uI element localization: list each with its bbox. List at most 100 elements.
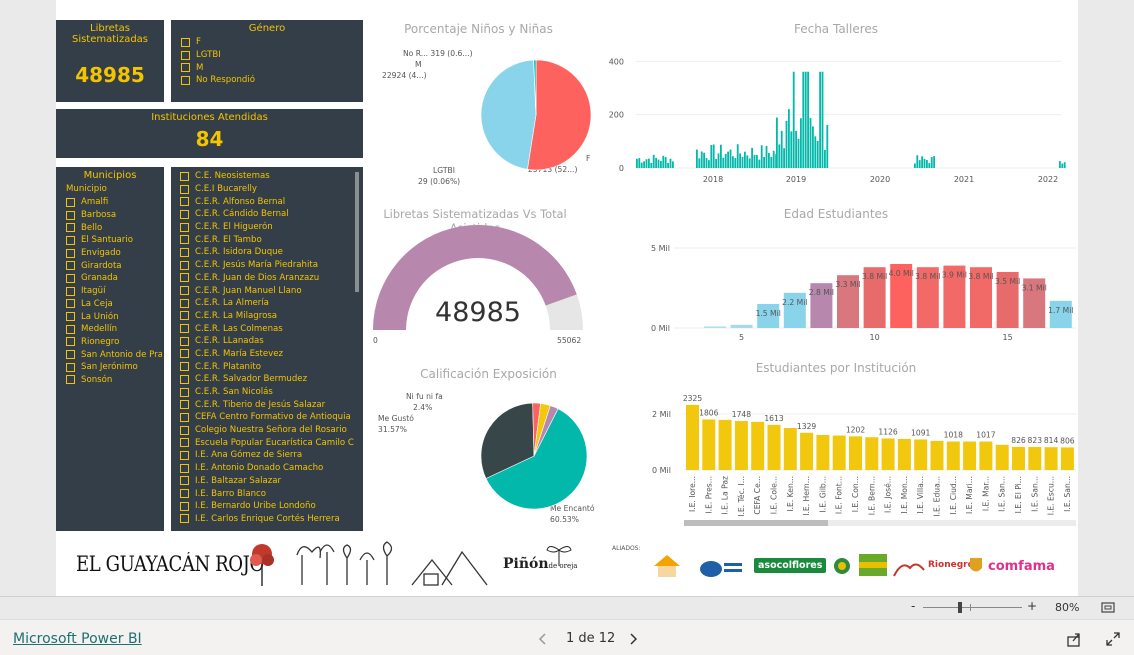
checkbox-icon[interactable] xyxy=(180,374,189,384)
institucion-option[interactable]: C.E.R. Isidora Duque xyxy=(180,246,355,259)
institucion-option[interactable]: C.E.R. Cándido Bernal xyxy=(180,208,355,221)
municipio-option[interactable]: Bello xyxy=(66,221,162,234)
checkbox-icon[interactable] xyxy=(66,210,75,220)
municipio-option[interactable]: Barbosa xyxy=(66,209,162,222)
kpi-libretas-card[interactable]: Libretas Sistematizadas 48985 xyxy=(56,20,164,102)
institucion-option[interactable]: C.E.R. Las Colmenas xyxy=(180,322,355,335)
zoom-slider-track[interactable] xyxy=(923,607,1022,608)
checkbox-icon[interactable] xyxy=(180,387,189,397)
checkbox-icon[interactable] xyxy=(180,222,189,232)
institucion-option[interactable]: I.E. Barro Blanco xyxy=(180,487,355,500)
institucion-option[interactable]: C.E. Neosistemas xyxy=(180,170,355,183)
municipio-option[interactable]: Rionegro xyxy=(66,336,162,349)
checkbox-icon[interactable] xyxy=(180,489,189,499)
zoom-out-button[interactable]: - xyxy=(911,599,915,613)
checkbox-icon[interactable] xyxy=(180,412,189,422)
checkbox-icon[interactable] xyxy=(180,260,189,270)
municipio-option[interactable]: San Antonio de Pra... xyxy=(66,348,162,361)
checkbox-icon[interactable] xyxy=(180,311,189,321)
fecha-talleres-chart[interactable]: 0 200 400 2018 2019 2020 2021 2022 xyxy=(596,40,1066,190)
checkbox-icon[interactable] xyxy=(66,286,75,296)
institucion-option[interactable]: C.E.R. La Almería xyxy=(180,297,355,310)
checkbox-icon[interactable] xyxy=(180,197,189,207)
municipio-option[interactable]: San Jerónimo xyxy=(66,361,162,374)
checkbox-icon[interactable] xyxy=(66,350,75,360)
checkbox-icon[interactable] xyxy=(180,184,189,194)
checkbox-icon[interactable] xyxy=(66,337,75,347)
checkbox-icon[interactable] xyxy=(180,450,189,460)
institucion-option[interactable]: Escuela Popular Eucarística Camilo C Res… xyxy=(180,436,355,449)
municipio-option[interactable]: La Ceja xyxy=(66,298,162,311)
institucion-option[interactable]: I.E. Ana Gómez de Sierra xyxy=(180,449,355,462)
institucion-option[interactable]: C.E.R. San Nicolás xyxy=(180,386,355,399)
por-institucion-chart[interactable]: 0 Mil 2 Mil 2325 I.E. Iore... 1806 I.E. Pres.… xyxy=(596,376,1076,536)
municipio-option[interactable]: Girardota xyxy=(66,259,162,272)
checkbox-icon[interactable] xyxy=(180,273,189,283)
checkbox-icon[interactable] xyxy=(66,273,75,283)
municipio-option[interactable]: Medellín xyxy=(66,323,162,336)
institucion-option[interactable]: C.E.R. LLanadas xyxy=(180,335,355,348)
fit-to-page-icon[interactable] xyxy=(1100,601,1116,615)
edad-chart[interactable]: 0 Mil5 Mil1.5 Mil2.2 Mil2.8 Mil3.3 Mil3.… xyxy=(596,222,1076,352)
institucion-option[interactable]: C.E.I Bucarelly xyxy=(180,183,355,196)
next-page-icon[interactable] xyxy=(628,632,640,646)
municipio-option[interactable]: Amalfi xyxy=(66,196,162,209)
genero-option[interactable]: No Respondió xyxy=(181,74,351,87)
municipio-option[interactable]: La Unión xyxy=(66,310,162,323)
checkbox-icon[interactable] xyxy=(180,400,189,410)
institucion-option[interactable]: C.E.R. Juan de Dios Aranzazu xyxy=(180,272,355,285)
checkbox-icon[interactable] xyxy=(180,501,189,511)
institucion-option[interactable]: C.E.R. Tiberio de Jesús Salazar xyxy=(180,398,355,411)
pie-genero-chart[interactable]: No R... 319 (0.6...) M 22924 (4...) LGTB… xyxy=(370,40,600,190)
municipio-option[interactable]: El Santuario xyxy=(66,234,162,247)
checkbox-icon[interactable] xyxy=(180,171,189,181)
instituciones-scrollbar[interactable] xyxy=(355,172,359,292)
checkbox-icon[interactable] xyxy=(180,425,189,435)
checkbox-icon[interactable] xyxy=(66,299,75,309)
powerbi-link[interactable]: Microsoft Power BI xyxy=(13,631,142,647)
zoom-in-button[interactable]: + xyxy=(1027,599,1037,613)
institucion-option[interactable]: I.E. Baltazar Salazar xyxy=(180,475,355,488)
municipio-option[interactable]: Granada xyxy=(66,272,162,285)
checkbox-icon[interactable] xyxy=(180,298,189,308)
checkbox-icon[interactable] xyxy=(66,261,75,271)
checkbox-icon[interactable] xyxy=(180,235,189,245)
checkbox-icon[interactable] xyxy=(180,349,189,359)
checkbox-icon[interactable] xyxy=(66,223,75,233)
checkbox-icon[interactable] xyxy=(66,362,75,372)
genero-option[interactable]: LGTBI xyxy=(181,49,351,62)
institucion-option[interactable]: I.E. Carlos Enrique Cortés Herrera xyxy=(180,513,355,526)
institucion-option[interactable]: C.E.R. Platanito xyxy=(180,360,355,373)
checkbox-icon[interactable] xyxy=(66,248,75,258)
calificacion-chart[interactable]: Ni fu ni fa 2.4% Me Gustó 31.57% Me Enca… xyxy=(370,388,600,523)
institucion-option[interactable]: C.E.R. El Tambo xyxy=(180,233,355,246)
checkbox-icon[interactable] xyxy=(66,324,75,334)
checkbox-icon[interactable] xyxy=(66,375,75,385)
checkbox-icon[interactable] xyxy=(180,209,189,219)
checkbox-icon[interactable] xyxy=(66,312,75,322)
municipio-option[interactable]: Sonsón xyxy=(66,374,162,387)
institucion-option[interactable]: I.E. Antonio Donado Camacho xyxy=(180,462,355,475)
institucion-option[interactable]: C.E.R. Jesús María Piedrahita xyxy=(180,259,355,272)
checkbox-icon[interactable] xyxy=(180,247,189,257)
checkbox-icon[interactable] xyxy=(180,438,189,448)
checkbox-icon[interactable] xyxy=(66,235,75,245)
checkbox-icon[interactable] xyxy=(181,50,190,60)
zoom-slider-thumb[interactable] xyxy=(958,602,962,613)
genero-option[interactable]: M xyxy=(181,61,351,74)
municipio-option[interactable]: Envigado xyxy=(66,247,162,260)
institucion-option[interactable]: CEFA Centro Formativo de Antioquia xyxy=(180,411,355,424)
institucion-option[interactable]: C.E.R. La Milagrosa xyxy=(180,310,355,323)
checkbox-icon[interactable] xyxy=(180,514,189,524)
checkbox-icon[interactable] xyxy=(180,463,189,473)
institucion-option[interactable]: C.E.R. Juan Manuel Llano xyxy=(180,284,355,297)
prev-page-icon[interactable] xyxy=(537,632,549,646)
checkbox-icon[interactable] xyxy=(181,75,190,85)
institucion-option[interactable]: C.E.R. El Higuerón xyxy=(180,221,355,234)
checkbox-icon[interactable] xyxy=(181,37,190,47)
share-icon[interactable] xyxy=(1066,631,1082,647)
checkbox-icon[interactable] xyxy=(180,336,189,346)
checkbox-icon[interactable] xyxy=(180,476,189,486)
institucion-option[interactable]: C.E.R. Alfonso Bernal xyxy=(180,195,355,208)
institucion-option[interactable]: I.E. Bernardo Uribe Londoño xyxy=(180,500,355,513)
